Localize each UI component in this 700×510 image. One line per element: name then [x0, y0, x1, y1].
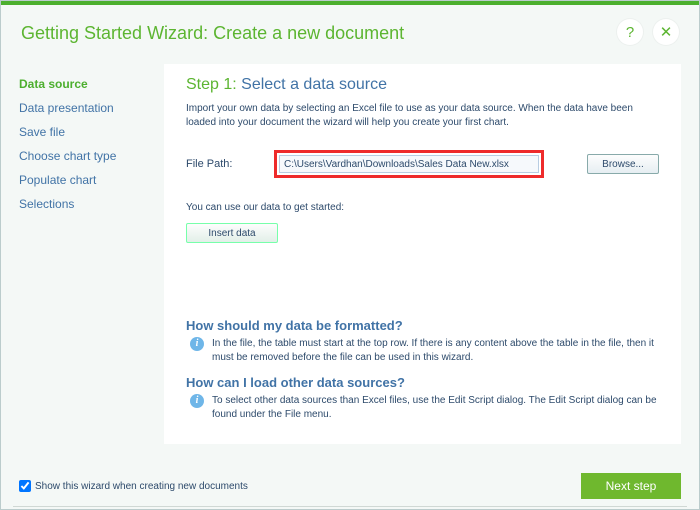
step-description: Import your own data by selecting an Exc…: [186, 102, 659, 130]
sidebar: Data source Data presentation Save file …: [19, 64, 164, 444]
step-label: Select a data source: [241, 76, 387, 93]
faq1-question: How should my data be formatted?: [186, 318, 659, 333]
footer-divider: [13, 506, 687, 507]
step-title: Step 1: Select a data source: [186, 76, 659, 94]
faq1-answer-row: i In the file, the table must start at t…: [186, 337, 659, 365]
sidebar-item-save-file[interactable]: Save file: [19, 120, 164, 144]
browse-button[interactable]: Browse...: [587, 154, 659, 174]
faq2-answer-row: i To select other data sources than Exce…: [186, 394, 659, 422]
sidebar-item-data-presentation[interactable]: Data presentation: [19, 96, 164, 120]
file-path-row: File Path: Browse...: [186, 150, 659, 178]
show-wizard-label: Show this wizard when creating new docum…: [35, 481, 248, 492]
next-step-button[interactable]: Next step: [581, 473, 681, 499]
file-path-input[interactable]: [279, 155, 539, 173]
help-button[interactable]: ?: [617, 19, 643, 45]
file-path-highlight: [274, 150, 544, 178]
faq-section: How should my data be formatted? i In th…: [186, 318, 659, 432]
file-path-label: File Path:: [186, 158, 274, 170]
show-wizard-checkbox-row[interactable]: Show this wizard when creating new docum…: [19, 480, 248, 492]
faq2-answer: To select other data sources than Excel …: [212, 394, 659, 422]
insert-data-button[interactable]: Insert data: [186, 223, 278, 243]
header-buttons: ? ✕: [617, 19, 679, 45]
faq1-answer: In the file, the table must start at the…: [212, 337, 659, 365]
main-panel: Step 1: Select a data source Import your…: [164, 64, 681, 444]
footer: Show this wizard when creating new docum…: [19, 473, 681, 499]
sidebar-item-data-source[interactable]: Data source: [19, 72, 164, 96]
faq2-question: How can I load other data sources?: [186, 375, 659, 390]
show-wizard-checkbox[interactable]: [19, 480, 31, 492]
step-number: Step 1:: [186, 76, 237, 93]
wizard-window: Getting Started Wizard: Create a new doc…: [0, 0, 700, 510]
sidebar-item-choose-chart-type[interactable]: Choose chart type: [19, 144, 164, 168]
body: Data source Data presentation Save file …: [1, 54, 699, 444]
info-icon: i: [190, 337, 204, 351]
close-button[interactable]: ✕: [653, 19, 679, 45]
sidebar-item-selections[interactable]: Selections: [19, 192, 164, 216]
info-icon: i: [190, 394, 204, 408]
header: Getting Started Wizard: Create a new doc…: [1, 5, 699, 54]
sidebar-item-populate-chart[interactable]: Populate chart: [19, 168, 164, 192]
wizard-title: Getting Started Wizard: Create a new doc…: [21, 23, 679, 44]
use-our-data-label: You can use our data to get started:: [186, 202, 659, 213]
